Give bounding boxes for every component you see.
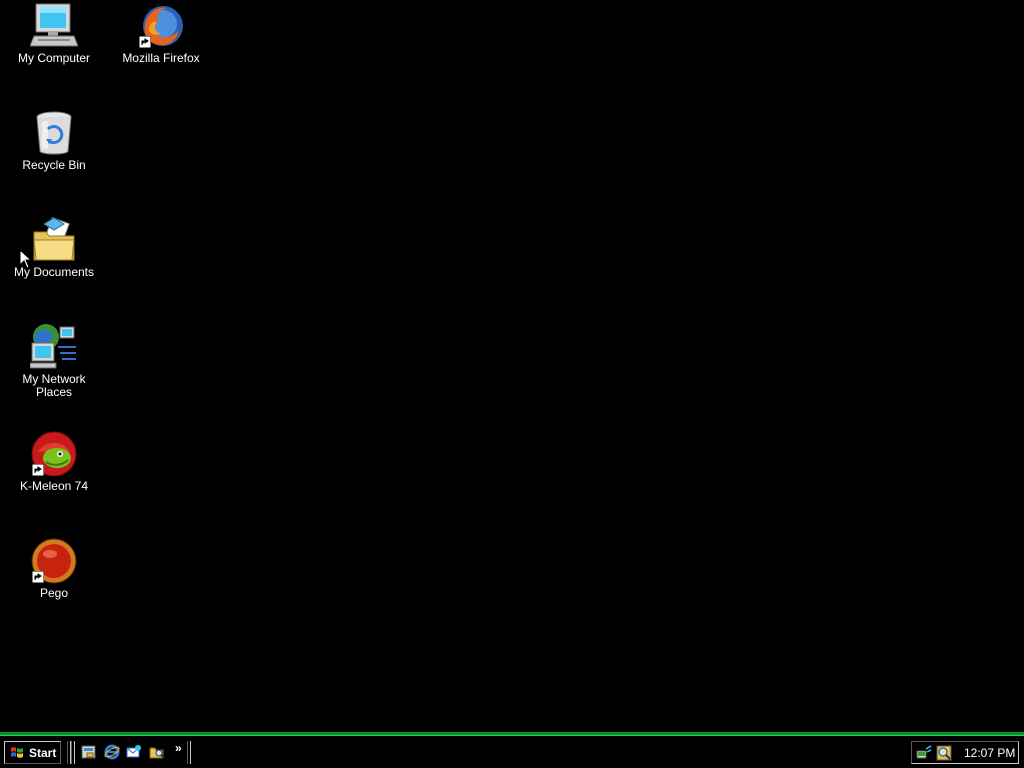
mouse-cursor-icon: [20, 250, 32, 269]
outlook-express-icon[interactable]: [126, 744, 142, 760]
start-label: Start: [29, 746, 57, 760]
network-places-icon: [29, 323, 78, 371]
k-meleon-icon: [30, 430, 78, 478]
quick-launch-more-button[interactable]: »: [175, 741, 182, 755]
shortcut-arrow-icon: [139, 36, 151, 48]
taskbar: Start » 12:07 PM: [0, 732, 1024, 768]
desktop-icon-label: My Documents: [13, 265, 95, 279]
desktop-icon-recycle-bin[interactable]: Recycle Bin: [4, 109, 104, 172]
desktop-icon-label: My Computer: [17, 51, 91, 65]
desktop-icon-label: K-Meleon 74: [19, 479, 89, 493]
system-tray: 12:07 PM: [911, 741, 1019, 764]
my-documents-icon: [30, 216, 78, 264]
desktop-icon-my-network-places[interactable]: My Network Places: [4, 323, 104, 399]
desktop-icon-pego[interactable]: Pego: [4, 537, 104, 600]
recycle-bin-icon: [30, 109, 78, 157]
desktop-icon-k-meleon[interactable]: K-Meleon 74: [4, 430, 104, 493]
my-computer-icon: [29, 2, 79, 50]
taskbar-clock[interactable]: 12:07 PM: [964, 746, 1015, 760]
desktop-icon-label: Pego: [39, 586, 69, 600]
desktop-icon-label: Recycle Bin: [22, 158, 86, 172]
pego-icon: [30, 537, 78, 585]
shortcut-arrow-icon: [32, 464, 44, 476]
windows-explorer-icon[interactable]: [149, 744, 165, 760]
desktop: My Computer Mozilla Firefox Recycle Bin …: [0, 0, 1024, 732]
desktop-icon-label: Mozilla Firefox: [122, 51, 200, 65]
firefox-icon: [137, 2, 185, 50]
show-desktop-icon[interactable]: [81, 744, 97, 760]
desktop-icon-label: My Network Places: [22, 372, 86, 399]
desktop-icon-my-documents[interactable]: My Documents: [4, 216, 104, 279]
desktop-icon-my-computer[interactable]: My Computer: [4, 2, 104, 65]
security-tray-icon[interactable]: [936, 745, 952, 761]
shortcut-arrow-icon: [32, 571, 44, 583]
desktop-icon-mozilla-firefox[interactable]: Mozilla Firefox: [111, 2, 211, 65]
start-button[interactable]: Start: [4, 741, 61, 764]
windows-flag-icon: [11, 747, 23, 758]
taskbar-divider: [187, 741, 191, 764]
network-tray-icon[interactable]: [916, 745, 932, 761]
quick-launch-handle[interactable]: [71, 741, 75, 764]
internet-explorer-icon[interactable]: [104, 744, 120, 760]
